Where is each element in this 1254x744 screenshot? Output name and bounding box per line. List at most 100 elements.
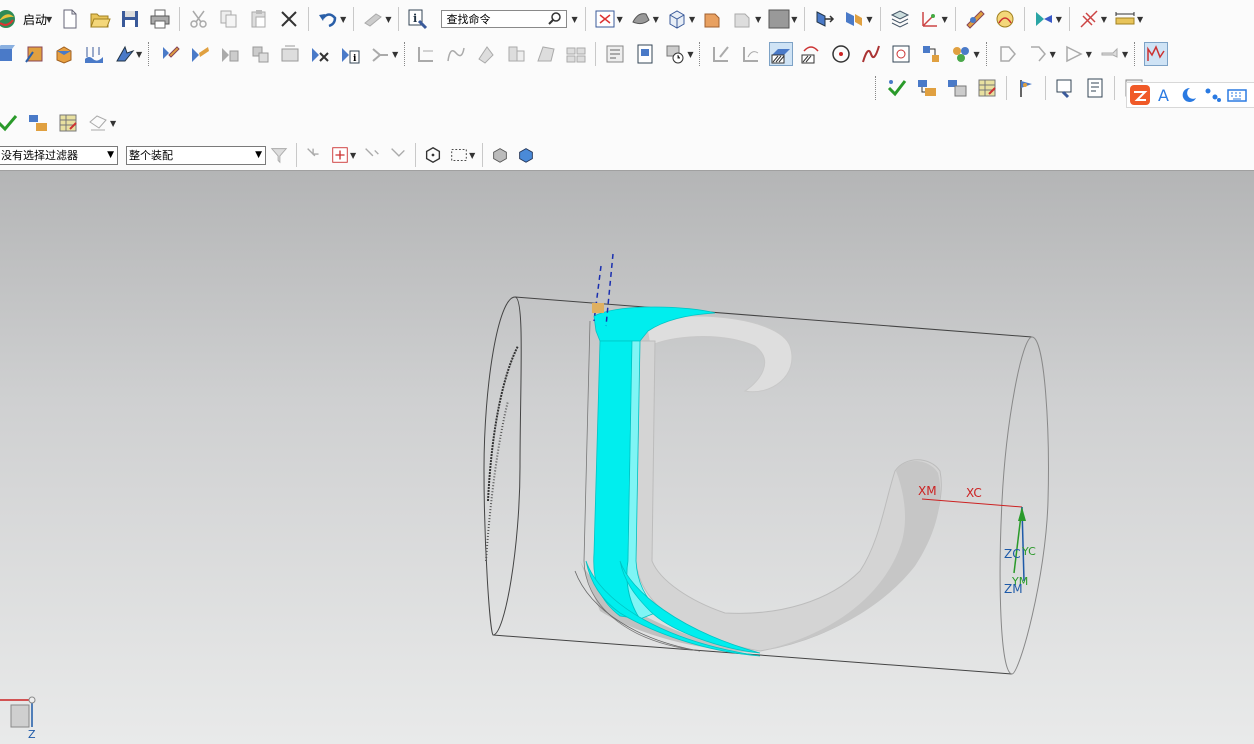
hide-icon[interactable] (731, 7, 755, 31)
wcs-icon[interactable] (918, 7, 942, 31)
background-icon[interactable] (767, 7, 791, 31)
toolbar-grip[interactable] (985, 42, 990, 66)
move-feature-icon[interactable] (248, 42, 272, 66)
ime-dots-icon[interactable] (1202, 84, 1224, 106)
geometry-view-icon[interactable] (26, 111, 50, 135)
print-icon[interactable] (148, 7, 172, 31)
block-icon[interactable] (52, 42, 76, 66)
ime-logo-icon[interactable] (1129, 84, 1151, 106)
curvature-icon[interactable] (993, 7, 1017, 31)
toolbar-grip[interactable] (404, 42, 408, 66)
rectangle-select-icon[interactable] (449, 145, 469, 165)
layer-icon[interactable] (888, 7, 912, 31)
extrude-icon[interactable] (82, 42, 106, 66)
shop-doc-icon[interactable] (1083, 76, 1107, 100)
edit-feature-dropdown-icon[interactable]: ▼ (392, 50, 398, 59)
line-icon[interactable] (996, 42, 1020, 66)
snap-dropdown-icon[interactable]: ▼ (1101, 15, 1107, 24)
nx-logo-icon[interactable] (0, 7, 18, 31)
copy-icon[interactable] (217, 7, 241, 31)
snap-point-icon[interactable] (1077, 7, 1101, 31)
select-edges-icon[interactable] (388, 145, 408, 165)
trim-body-icon[interactable] (504, 42, 528, 66)
edit-position-icon[interactable] (218, 42, 242, 66)
snap-point-enable-icon[interactable] (330, 145, 350, 165)
search-dropdown-icon[interactable]: ▼ (571, 15, 577, 24)
delete-icon[interactable] (277, 7, 301, 31)
flag-icon[interactable] (1014, 76, 1038, 100)
information-icon[interactable]: i (406, 7, 430, 31)
toolpath-dropdown-icon[interactable]: ▼ (110, 119, 116, 128)
toolbar-grip[interactable] (148, 42, 152, 66)
show-hide-dropdown-icon[interactable]: ▼ (755, 15, 761, 24)
edit-feature-icon[interactable] (158, 42, 182, 66)
undo-icon[interactable] (316, 7, 340, 31)
sync-modeling-icon[interactable] (709, 42, 733, 66)
repeat-dropdown-icon[interactable]: ▼ (385, 15, 391, 24)
select-feature-dropdown-icon[interactable]: ▼ (1056, 15, 1062, 24)
assembly-scope-select[interactable]: 整个装配 ▼ (126, 145, 266, 165)
extract-dropdown-icon[interactable]: ▼ (1086, 50, 1092, 59)
cube-view-icon[interactable] (665, 7, 689, 31)
select-feature-icon[interactable] (1032, 7, 1056, 31)
wcs-dropdown-icon[interactable]: ▼ (942, 15, 948, 24)
toolpath-display-icon[interactable] (86, 111, 110, 135)
verify-icon[interactable] (885, 76, 909, 100)
curve-icon[interactable] (444, 42, 468, 66)
cube-dropdown-icon[interactable]: ▼ (689, 15, 695, 24)
select-all-icon[interactable] (304, 145, 324, 165)
show-solid-icon[interactable] (490, 145, 510, 165)
paste-icon[interactable] (247, 7, 271, 31)
save-icon[interactable] (118, 7, 142, 31)
suppress-feature-icon[interactable] (308, 42, 332, 66)
curve-dropdown-icon[interactable]: ▼ (1050, 50, 1056, 59)
filter-reset-icon[interactable] (269, 145, 289, 165)
start-menu-label[interactable]: 启动 (23, 11, 47, 28)
assembly-nav-icon[interactable] (919, 42, 943, 66)
operation-list-icon[interactable] (975, 76, 999, 100)
sketch-icon[interactable] (22, 42, 46, 66)
datum-icon[interactable] (0, 42, 16, 66)
undo-dropdown-icon[interactable]: ▼ (340, 15, 346, 24)
selection-filter-select[interactable]: 没有选择过滤器 ▼ (0, 145, 118, 165)
fit-view-dropdown-icon[interactable]: ▼ (617, 15, 623, 24)
arc-icon[interactable] (1026, 42, 1050, 66)
machine-tool-icon[interactable] (945, 76, 969, 100)
cut-icon[interactable] (187, 7, 211, 31)
pattern-icon[interactable] (564, 42, 588, 66)
edit-parameters-icon[interactable] (188, 42, 212, 66)
shaded-view-icon[interactable] (629, 7, 653, 31)
verify-toolpath-icon[interactable] (0, 111, 20, 135)
graphics-viewport[interactable]: XM XC ZC YC YM ZM Z (0, 170, 1254, 744)
color-display-icon[interactable] (949, 42, 973, 66)
split-body-icon[interactable] (534, 42, 558, 66)
measure-dropdown-icon[interactable]: ▼ (1137, 15, 1143, 24)
replay-icon[interactable] (368, 42, 392, 66)
select-method-dropdown-icon[interactable]: ▼ (469, 151, 475, 160)
offset-region-icon[interactable] (739, 42, 763, 66)
method-view-icon[interactable] (56, 111, 80, 135)
ime-moon-icon[interactable] (1178, 84, 1200, 106)
section-view-icon[interactable] (769, 42, 794, 66)
feature-info-icon[interactable]: i (338, 42, 362, 66)
show-sheet-icon[interactable] (516, 145, 536, 165)
command-search-input[interactable]: 查找命令 (441, 10, 568, 28)
search-icon[interactable] (548, 11, 562, 28)
edit-section-icon[interactable] (799, 42, 823, 66)
assembly-constraint-icon[interactable] (842, 7, 866, 31)
thicken-icon[interactable] (474, 42, 498, 66)
shaded-dropdown-icon[interactable]: ▼ (653, 15, 659, 24)
surface-icon[interactable] (1098, 42, 1122, 66)
feature-dropdown-icon[interactable]: ▼ (136, 50, 142, 59)
offset-face-icon[interactable] (414, 42, 438, 66)
ime-keyboard-icon[interactable] (1226, 84, 1248, 106)
move-component-icon[interactable] (812, 7, 836, 31)
display-dropdown-icon[interactable]: ▼ (973, 50, 979, 59)
select-faces-icon[interactable] (362, 145, 382, 165)
measure-icon[interactable] (1113, 7, 1137, 31)
program-order-icon[interactable] (915, 76, 939, 100)
snap-enable-dropdown-icon[interactable]: ▼ (350, 151, 356, 160)
open-folder-icon[interactable] (88, 7, 112, 31)
assembly-dropdown-icon[interactable]: ▼ (866, 15, 872, 24)
part-navigator-icon[interactable] (603, 42, 627, 66)
